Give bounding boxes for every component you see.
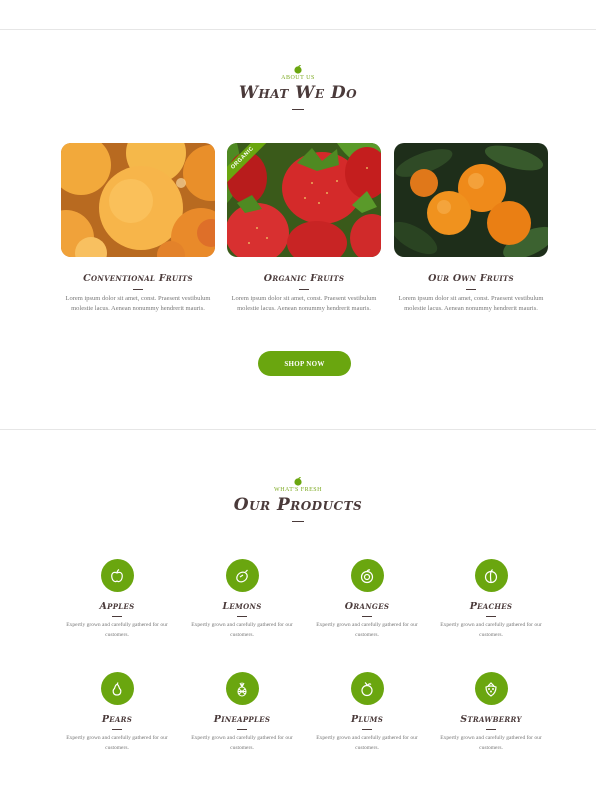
product-name: Oranges: [344, 601, 390, 612]
product-text: Expertly grown and carefully gathered fo…: [316, 735, 418, 751]
card-title: Organic Fruits: [263, 273, 345, 284]
product-icon-circle: [474, 559, 508, 592]
product-plums: Plums Expertly grown and carefully gathe…: [307, 672, 427, 753]
lemon-icon: [236, 569, 248, 582]
product-apples: Apples Expertly grown and carefully gath…: [57, 559, 177, 640]
product-text: Expertly grown and carefully gathered fo…: [316, 622, 418, 638]
product-icon-circle: [225, 559, 259, 592]
card-divider: [133, 289, 143, 290]
section-divider: [0, 429, 596, 430]
product-strawberry: Strawberry Expertly grown and carefully …: [431, 672, 551, 753]
product-text: Expertly grown and carefully gathered fo…: [191, 735, 293, 751]
peach-icon: [484, 568, 498, 583]
products-eyebrow: WHAT'S FRESH: [274, 487, 322, 493]
product-divider: [112, 616, 122, 617]
card-text: Lorem ipsum dolor sit amet, const. Praes…: [231, 295, 377, 312]
product-pears: Pears Expertly grown and carefully gathe…: [57, 672, 177, 753]
card-text: Lorem ipsum dolor sit amet, const. Praes…: [398, 295, 544, 312]
product-icon-circle: [350, 559, 384, 592]
product-divider: [486, 616, 496, 617]
orange-icon: [360, 568, 374, 583]
strawberries-photo: ORGANIC: [227, 143, 381, 257]
product-icon-circle: [100, 672, 134, 705]
product-icon-circle: [225, 672, 259, 705]
product-lemons: Lemons Expertly grown and carefully gath…: [182, 559, 302, 640]
card-our-own-fruits: Our Own Fruits Lorem ipsum dolor sit ame…: [394, 143, 548, 313]
top-divider: [0, 29, 596, 30]
shop-now-button[interactable]: SHOP NOW: [258, 351, 351, 376]
product-pineapples: Pineapples Expertly grown and carefully …: [182, 672, 302, 753]
product-divider: [486, 729, 496, 730]
card-conventional-fruits: Conventional Fruits Lorem ipsum dolor si…: [61, 143, 215, 313]
product-name: Pineapples: [213, 714, 271, 725]
apple-logo-icon: [294, 65, 302, 74]
card-divider: [299, 289, 309, 290]
apple-icon: [111, 568, 123, 582]
products-header: WHAT'S FRESH Our Products: [0, 476, 596, 522]
product-divider: [362, 729, 372, 730]
product-text: Expertly grown and carefully gathered fo…: [440, 735, 542, 751]
card-title: Conventional Fruits: [83, 273, 193, 284]
pineapple-icon: [237, 682, 247, 697]
product-icon-circle: [474, 672, 508, 705]
card-organic-fruits: ORGANIC Organic Fruits Lorem ipsum dolor…: [227, 143, 381, 313]
strawberry-icon: [485, 681, 497, 697]
title-divider: [292, 521, 304, 522]
apple-logo-icon: [294, 477, 302, 486]
product-text: Expertly grown and carefully gathered fo…: [66, 622, 168, 638]
about-eyebrow: ABOUT US: [281, 75, 315, 81]
product-peaches: Peaches Expertly grown and carefully gat…: [431, 559, 551, 640]
product-name: Apples: [99, 601, 135, 612]
about-title: What We Do: [238, 83, 358, 103]
product-icon-circle: [350, 672, 384, 705]
product-name: Strawberry: [460, 714, 522, 725]
product-name: Plums: [350, 714, 384, 725]
product-name: Lemons: [222, 601, 262, 612]
card-divider: [466, 289, 476, 290]
product-name: Peaches: [469, 601, 513, 612]
plum-icon: [361, 681, 373, 696]
product-divider: [237, 616, 247, 617]
product-text: Expertly grown and carefully gathered fo…: [66, 735, 168, 751]
card-title: Our Own Fruits: [428, 273, 514, 284]
product-text: Expertly grown and carefully gathered fo…: [440, 622, 542, 638]
card-text: Lorem ipsum dolor sit amet, const. Praes…: [65, 295, 211, 312]
products-title: Our Products: [233, 495, 363, 515]
product-divider: [362, 616, 372, 617]
product-divider: [237, 729, 247, 730]
product-divider: [112, 729, 122, 730]
product-oranges: Oranges Expertly grown and carefully gat…: [307, 559, 427, 640]
peaches-photo: [61, 143, 215, 257]
product-icon-circle: [100, 559, 134, 592]
about-header: ABOUT US What We Do: [0, 64, 596, 110]
product-text: Expertly grown and carefully gathered fo…: [191, 622, 293, 638]
pear-icon: [112, 681, 122, 696]
title-divider: [292, 109, 304, 110]
product-name: Pears: [101, 714, 133, 725]
oranges-photo: [394, 143, 548, 257]
